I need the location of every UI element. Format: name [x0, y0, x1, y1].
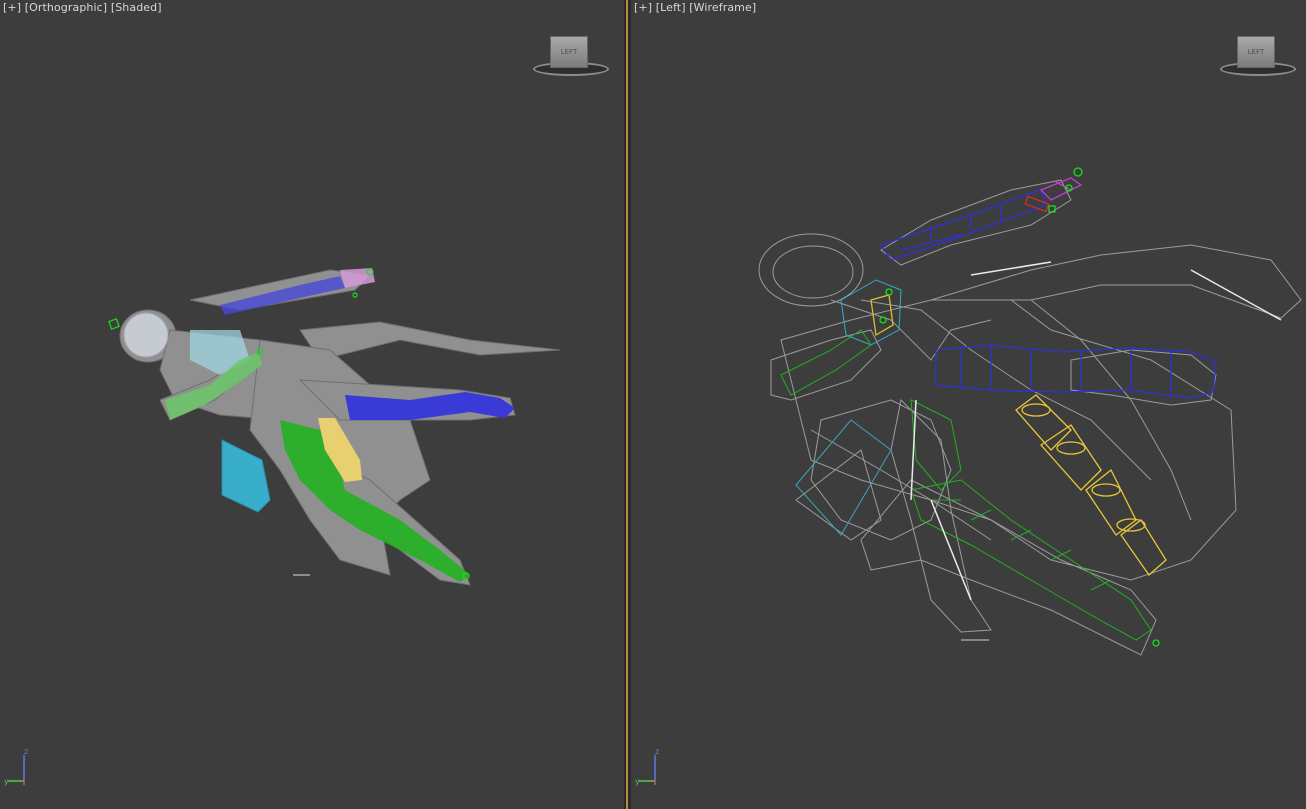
axis-tripod: z y — [635, 747, 675, 791]
axis-tripod: z y — [4, 747, 44, 791]
active-viewport-border — [626, 0, 628, 809]
axis-z-label: z — [655, 747, 660, 756]
wireframe-character-scene[interactable] — [631, 0, 1306, 809]
axis-z-label: z — [24, 747, 29, 756]
shaded-character-scene[interactable] — [0, 0, 624, 809]
viewport-left-wireframe[interactable]: [+] [Left] [Wireframe] LEFT z y — [631, 0, 1306, 809]
viewport-orthographic[interactable]: [+] [Orthographic] [Shaded] LEFT z y — [0, 0, 624, 809]
axis-y-label: y — [4, 777, 9, 786]
axis-y-label: y — [635, 777, 640, 786]
